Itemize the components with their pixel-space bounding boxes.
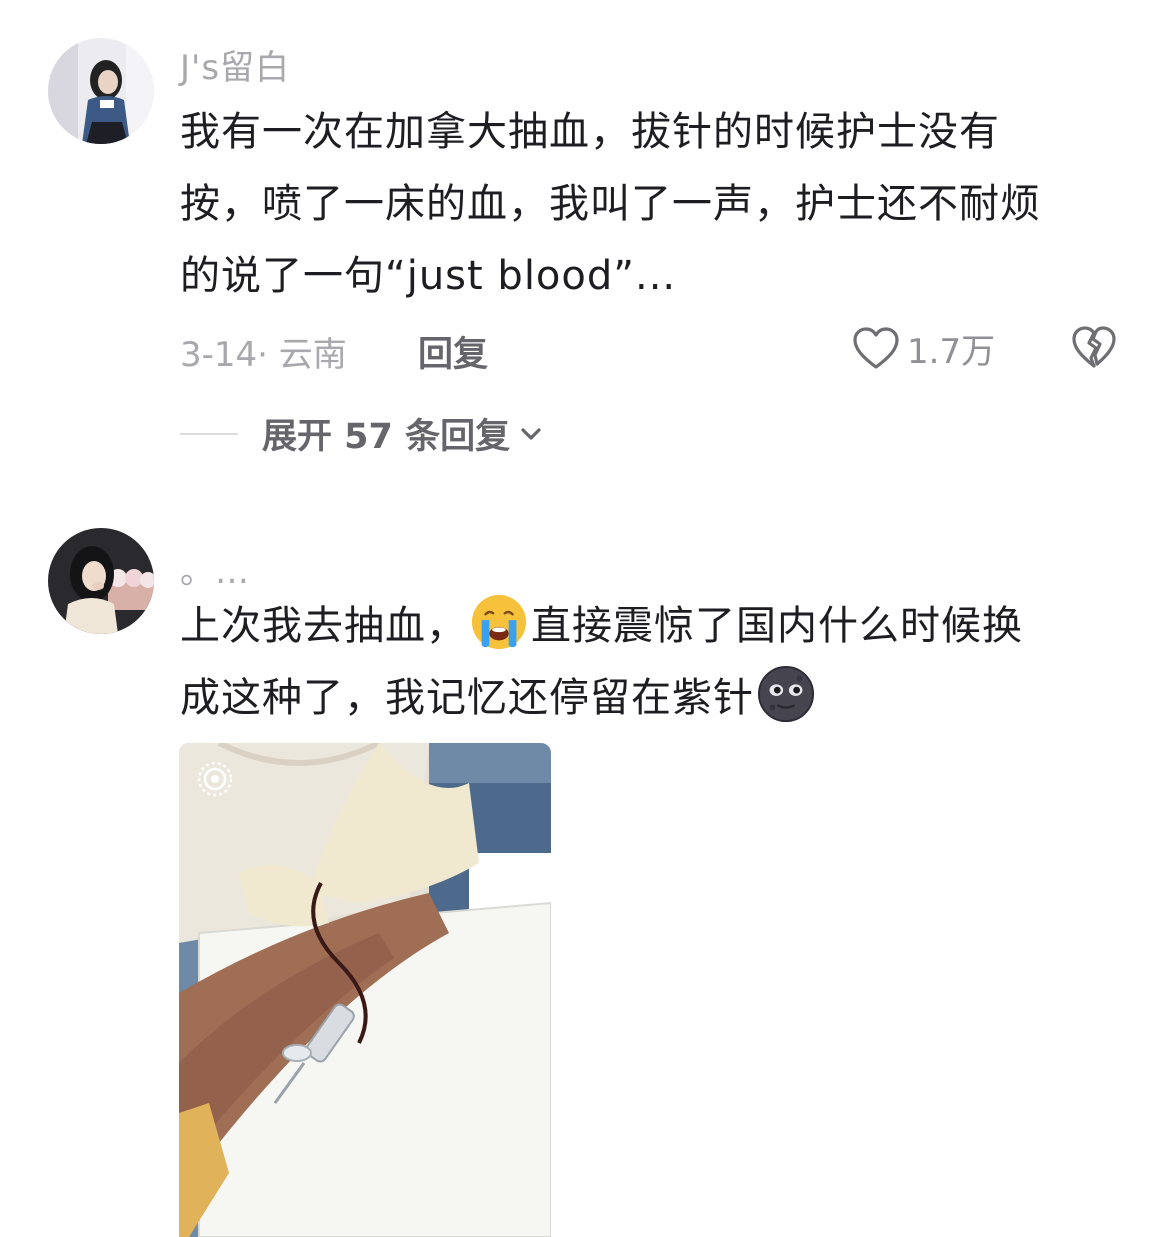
comment-text: 上次我去抽血， 直接震惊了国内什么时候换 成这种了，我记忆还停留在紫针 [180, 590, 1140, 734]
dislike-button[interactable] [1070, 324, 1118, 372]
avatar[interactable] [48, 38, 154, 144]
comment-text-part: 直接震惊了国内什么时候换 [531, 603, 1023, 649]
comment-text-part: 上次我去抽血， [180, 603, 467, 649]
like-count: 1.7万 [907, 331, 996, 372]
comment-line: 的说了一句“just blood”... [180, 253, 677, 299]
avatar-image [48, 528, 154, 634]
like-button[interactable]: 1.7万 [851, 324, 995, 372]
chevron-down-icon [521, 427, 541, 440]
comment-line: 我有一次在加拿大抽血，拔针的时候护士没有 [180, 109, 1000, 155]
comment-meta: 3-14· 云南 [180, 327, 347, 376]
comment-text: 我有一次在加拿大抽血，拔针的时候护士没有 按，喷了一床的血，我叫了一声，护士还不… [180, 96, 1140, 312]
comment-photo[interactable] [179, 743, 551, 1237]
comment-list: J's留白 我有一次在加拿大抽血，拔针的时候护士没有 按，喷了一床的血，我叫了一… [0, 0, 1169, 1237]
divider-line [180, 432, 238, 435]
heart-icon [853, 327, 899, 369]
crying-face-icon [471, 594, 527, 650]
comment-line: 上次我去抽血， 直接震惊了国内什么时候换 [180, 590, 1140, 662]
blood-draw-photo [179, 743, 551, 1237]
username[interactable]: 。… [180, 544, 250, 593]
username[interactable]: J's留白 [180, 40, 290, 89]
avatar-image [48, 38, 154, 144]
reply-button[interactable]: 回复 [418, 326, 488, 377]
comment-date: 3-14 [180, 335, 258, 375]
comment-location: 云南 [278, 335, 347, 375]
broken-heart-icon [1072, 326, 1116, 368]
meta-separator: · [257, 335, 268, 375]
avatar[interactable] [48, 528, 154, 634]
comment-line: 按，喷了一床的血，我叫了一声，护士还不耐烦 [180, 181, 1041, 227]
new-moon-face-icon [757, 665, 815, 723]
expand-replies-label: 展开 57 条回复 [262, 417, 511, 457]
expand-replies-button[interactable]: 展开 57 条回复 [180, 408, 544, 459]
comment-text-part: 成这种了，我记忆还停留在紫针 [180, 675, 754, 721]
comment-line: 成这种了，我记忆还停留在紫针 [180, 662, 1140, 734]
